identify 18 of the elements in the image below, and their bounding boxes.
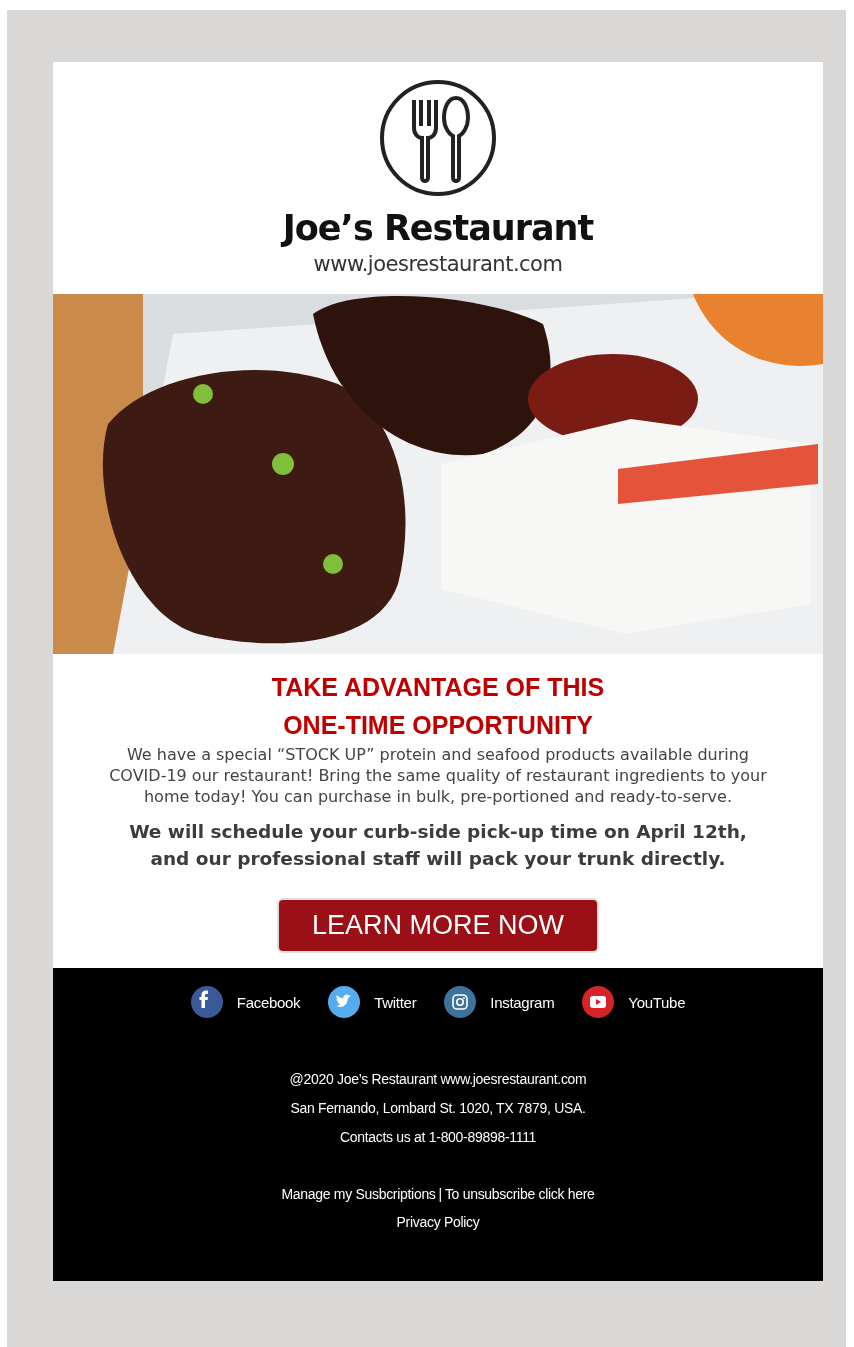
social-link[interactable]: Twitter bbox=[328, 986, 417, 1018]
restaurant-name: Joe’s Restaurant bbox=[282, 208, 594, 248]
footer-text: San Fernando, Lombard St. 1020, TX 7879, USA. bbox=[290, 1099, 586, 1118]
pickup-notice: We will schedule your curb-side pick-up time on April 12th, and our professional staff will pack your trunk directly. bbox=[128, 820, 748, 871]
promo-heading: ONE-TIME OPPORTUNITY bbox=[283, 710, 593, 741]
promo-heading: TAKE ADVANTAGE OF THIS bbox=[271, 672, 605, 703]
social-link[interactable]: Instagram bbox=[444, 986, 555, 1018]
manage-subscriptions-link[interactable]: Manage my Susbcriptions bbox=[281, 1185, 436, 1204]
promo-paragraph: We have a special “STOCK UP” protein and seafood products available during COVID-19 our restaurant! Bring the same quality of restaurant ingredients to your home today! You can purchase in bulk, pre-portioned and ready-to-serve. bbox=[108, 744, 768, 807]
separator: | bbox=[438, 1185, 442, 1204]
social-link[interactable]: Facebook bbox=[190, 986, 301, 1018]
footer-text: @2020 Joe’s Restaurant www.joesrestaurant.com bbox=[289, 1070, 587, 1089]
social-link[interactable]: YouTube bbox=[582, 986, 686, 1018]
learn-more-button[interactable]: LEARN MORE NOW bbox=[277, 898, 599, 953]
website-address: www.joesrestaurant.com bbox=[313, 252, 563, 276]
footer-text: Contacts us at 1-800-89898-1111 bbox=[339, 1128, 537, 1147]
privacy-policy-link[interactable]: Privacy Policy bbox=[396, 1214, 480, 1230]
unsubscribe-link[interactable]: To unsubscribe click here bbox=[444, 1185, 595, 1204]
